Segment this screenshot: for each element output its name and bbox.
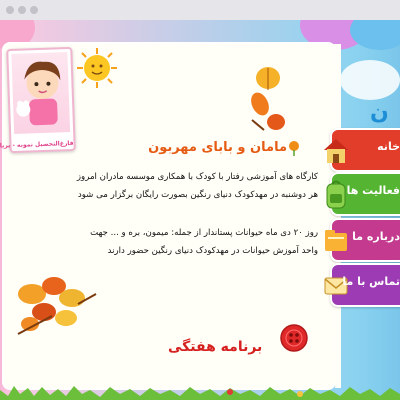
weekly-program-heading[interactable]: برنامه هفتگی — [168, 339, 262, 355]
window-control-dot[interactable] — [18, 6, 26, 14]
article-paragraph-2-line-1: روز ۲۰ دی ماه حیوانات پستاندار از جمله: … — [90, 228, 318, 238]
window-control-dot[interactable] — [30, 6, 38, 14]
nav-label-about-us: درباره ما — [352, 230, 400, 243]
scalloped-edge — [331, 44, 341, 388]
leaf-pile-icon — [17, 277, 97, 335]
nav-item-about-us[interactable]: درباره ما — [325, 218, 400, 262]
flower-bullet-icon — [289, 141, 299, 156]
background-blob — [350, 20, 400, 50]
page-background: فارغ‌التحصیل نمونه - پریا کنس — [0, 20, 400, 400]
site-logo[interactable]: ن — [370, 100, 389, 125]
red-button-icon — [280, 324, 308, 352]
nav-label-activities: فعالیت ها — [346, 184, 400, 197]
grass-decoration — [0, 386, 400, 400]
nav-item-activities[interactable]: فعالیت ها — [326, 172, 400, 216]
window-control-dot[interactable] — [6, 6, 14, 14]
child-photo — [11, 52, 71, 134]
article-paragraph-1-line-2: هر دوشنبه در مهدکودک دنیای رنگین بصورت ر… — [77, 190, 318, 200]
article-paragraph-1-line-1: کارگاه های آموزشی رفتار با کودک با همکار… — [76, 172, 318, 182]
article-title: مامان و بابای مهربون — [148, 140, 287, 155]
browser-frame: فارغ‌التحصیل نمونه - پریا کنس — [0, 0, 400, 400]
card-caption: فارغ‌التحصیل نمونه - پریا کنس — [0, 139, 74, 150]
article-paragraph-2-line-2: واحد آموزش حیوانات در مهدکودک دنیای رنگی… — [107, 246, 318, 256]
sun-icon — [77, 48, 117, 88]
nav-label-contact-us: تماس با ما — [342, 275, 400, 288]
house-icon — [324, 139, 348, 163]
folder-icon — [325, 230, 347, 251]
autumn-leaves-icon — [251, 67, 285, 131]
featured-child-card[interactable]: فارغ‌التحصیل نمونه - پریا کنس — [0, 46, 76, 154]
nav-label-home: خانه — [377, 140, 400, 153]
nav-item-contact-us[interactable]: تماس با ما — [324, 263, 400, 307]
cloud — [340, 60, 400, 100]
window-titlebar — [0, 0, 400, 21]
nav-item-home[interactable]: خانه — [324, 128, 400, 172]
